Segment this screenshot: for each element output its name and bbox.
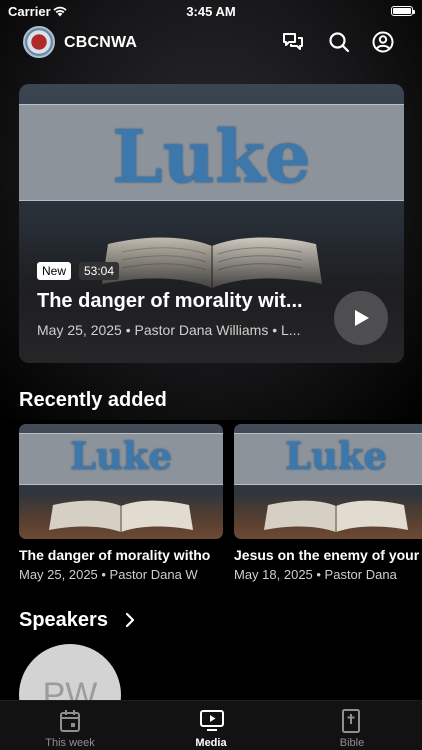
hero-title: The danger of morality wit... <box>37 290 303 312</box>
chevron-right-icon[interactable] <box>124 612 136 628</box>
church-logo[interactable] <box>23 26 55 58</box>
play-icon <box>355 310 369 326</box>
bible-icon <box>342 709 360 733</box>
new-badge: New <box>37 262 72 280</box>
tab-label: This week <box>45 737 95 749</box>
media-card-title: Jesus on the enemy of your <box>234 547 420 563</box>
series-art-title: Luke <box>284 434 388 478</box>
speakers-heading[interactable]: Speakers <box>19 609 108 632</box>
tab-this-week[interactable]: This week <box>0 701 140 750</box>
status-bar: Carrier 3:45 AM <box>0 0 422 22</box>
chat-bubbles-icon[interactable] <box>281 30 305 54</box>
tab-bible[interactable]: Bible <box>282 701 422 750</box>
media-card-title: The danger of morality witho <box>19 547 211 563</box>
media-card-subtitle: May 25, 2025 • Pastor Dana W <box>19 567 198 582</box>
recently-added-heading: Recently added <box>19 389 167 411</box>
tv-play-icon <box>200 710 224 731</box>
media-card[interactable]: Luke Jesus on the enemy of your May 18, … <box>234 424 422 582</box>
media-card[interactable]: Luke The danger of morality witho May 25… <box>19 424 223 582</box>
tab-media[interactable]: Media <box>141 701 281 750</box>
media-thumbnail: Luke <box>234 424 422 539</box>
account-icon[interactable] <box>371 30 395 54</box>
media-card-subtitle: May 18, 2025 • Pastor Dana <box>234 567 397 582</box>
status-time: 3:45 AM <box>186 4 236 19</box>
open-bible-image <box>49 500 193 532</box>
duration-badge: 53:04 <box>79 262 120 280</box>
app-title: CBCNWA <box>64 34 138 51</box>
play-button[interactable] <box>334 291 388 345</box>
calendar-icon <box>60 710 80 732</box>
series-art-title: Luke <box>112 114 311 199</box>
media-thumbnail: Luke <box>19 424 223 539</box>
tab-bar: This week Media Bible <box>0 700 422 750</box>
hero-subtitle: May 25, 2025 • Pastor Dana Williams • L.… <box>37 322 301 338</box>
tab-label: Bible <box>339 737 365 749</box>
open-bible-image <box>264 500 408 532</box>
tab-label: Media <box>195 737 227 749</box>
app-header: CBCNWA <box>0 26 422 62</box>
featured-sermon-card[interactable]: Luke New 53:04 The danger of morality wi… <box>19 84 404 363</box>
series-art-title: Luke <box>69 434 173 478</box>
battery-icon <box>391 6 415 16</box>
search-icon[interactable] <box>327 30 351 54</box>
